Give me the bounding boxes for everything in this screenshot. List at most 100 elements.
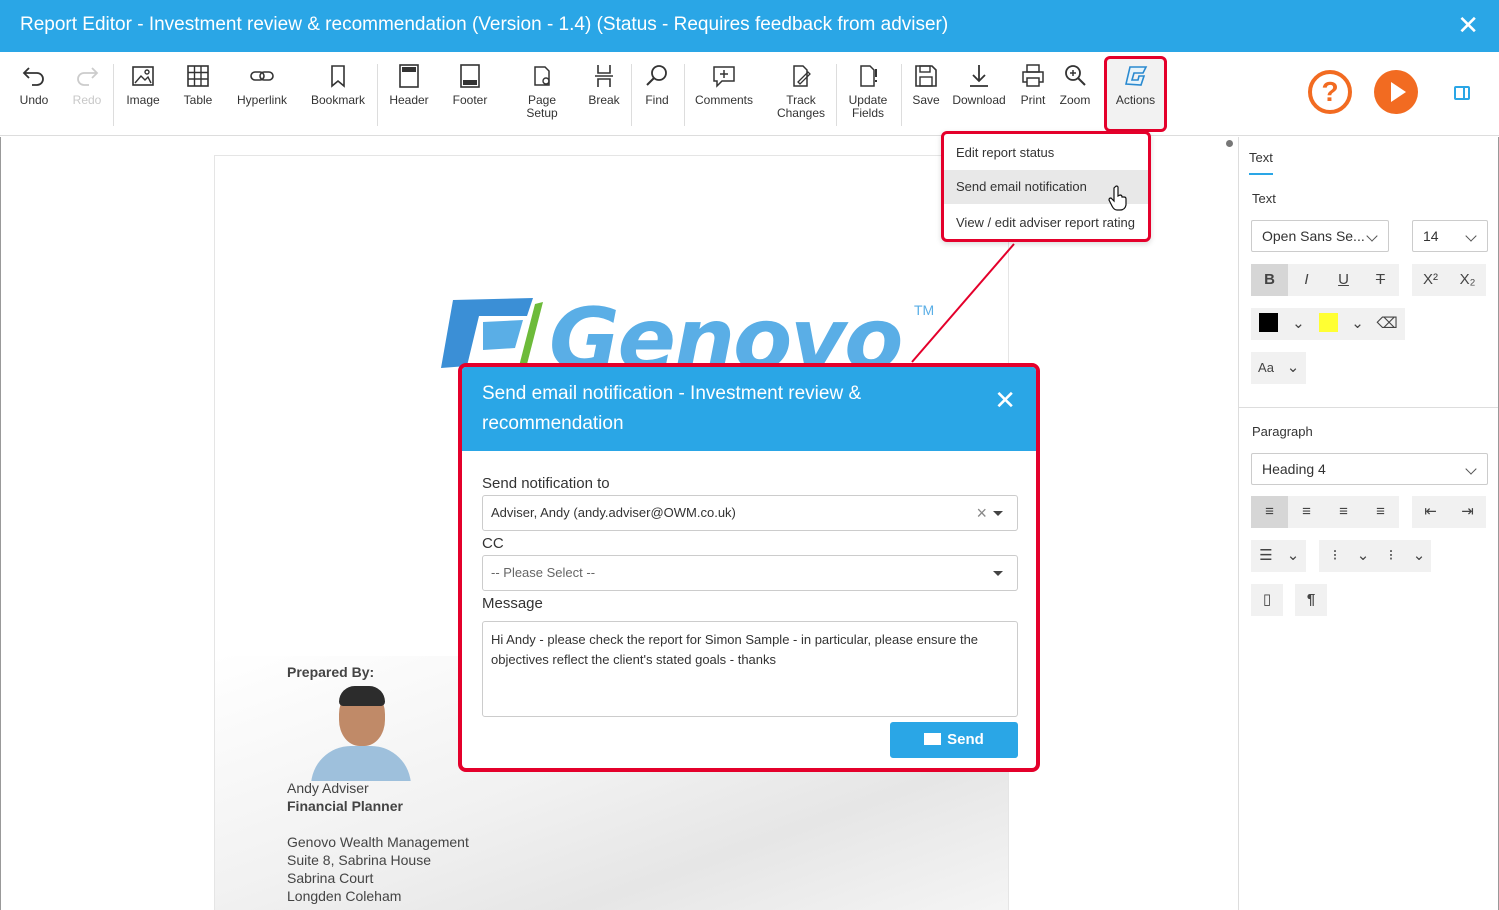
- break-button[interactable]: Break: [586, 62, 622, 107]
- footer-icon: [460, 64, 480, 88]
- italic-button[interactable]: I: [1288, 264, 1325, 296]
- font-family-select[interactable]: Open Sans Se...: [1251, 220, 1389, 252]
- save-button[interactable]: Save: [908, 62, 944, 107]
- find-button[interactable]: Find: [640, 62, 674, 107]
- dialog-close-icon[interactable]: ✕: [994, 387, 1016, 413]
- footer-button[interactable]: Footer: [450, 62, 490, 107]
- adviser-photo: [303, 684, 418, 781]
- align-center-icon[interactable]: ≡: [1288, 496, 1325, 528]
- tab-text[interactable]: Text: [1249, 150, 1273, 175]
- page-break-icon: [595, 65, 613, 87]
- paragraph-section-heading: Paragraph: [1252, 424, 1313, 439]
- play-video-button[interactable]: [1374, 70, 1418, 114]
- table-button[interactable]: Table: [180, 62, 216, 107]
- format-side-panel: Text Text Open Sans Se... 14 B I U T X² …: [1238, 137, 1499, 910]
- line-spacing-button[interactable]: ☰ ⌄: [1251, 540, 1306, 572]
- help-button[interactable]: ?: [1308, 70, 1352, 114]
- toolbar-separator: [684, 64, 685, 126]
- bullet-list-icon[interactable]: ⁝: [1319, 540, 1351, 572]
- chevron-down-icon: ⌄: [1286, 359, 1300, 376]
- adviser-name: Andy Adviser: [287, 780, 369, 796]
- side-panel-toggle-icon[interactable]: [1454, 86, 1470, 100]
- window-close-icon[interactable]: ✕: [1457, 12, 1479, 38]
- font-color-button[interactable]: [1251, 308, 1287, 340]
- title-bar: Report Editor - Investment review & reco…: [0, 0, 1499, 52]
- align-right-icon[interactable]: ≡: [1325, 496, 1362, 528]
- highlight-color-button[interactable]: [1310, 308, 1346, 340]
- superscript-button[interactable]: X²: [1412, 264, 1449, 296]
- table-icon: [187, 65, 209, 87]
- undo-icon: [22, 67, 44, 86]
- address-line: Sabrina Court: [287, 870, 374, 886]
- indent-icon[interactable]: ⇥: [1449, 496, 1486, 528]
- page-setup-button[interactable]: Page Setup: [522, 62, 562, 120]
- download-button[interactable]: Download: [950, 62, 1008, 107]
- strikethrough-button[interactable]: T: [1362, 264, 1399, 296]
- section-divider: [1239, 407, 1498, 408]
- toolbar-separator: [901, 64, 902, 126]
- bookmark-button[interactable]: Bookmark: [310, 62, 366, 107]
- image-button[interactable]: Image: [122, 62, 164, 107]
- caret-down-icon: [993, 571, 1003, 576]
- bold-button[interactable]: B: [1251, 264, 1288, 296]
- underline-button[interactable]: U: [1325, 264, 1362, 296]
- actions-button[interactable]: Actions: [1112, 62, 1159, 107]
- alignment-buttons: ≡ ≡ ≡ ≡: [1251, 496, 1399, 528]
- bookmark-icon: [331, 65, 345, 88]
- cc-select[interactable]: -- Please Select --: [482, 555, 1018, 591]
- header-button[interactable]: Header: [388, 62, 430, 107]
- eraser-icon[interactable]: ⌫: [1369, 308, 1405, 340]
- save-icon: [915, 65, 937, 87]
- redo-button[interactable]: Redo: [70, 62, 104, 107]
- undo-button[interactable]: Undo: [16, 62, 52, 107]
- font-style-buttons: B I U T: [1251, 264, 1399, 296]
- menu-item-adviser-report-rating[interactable]: View / edit adviser report rating: [944, 206, 1148, 240]
- align-left-icon[interactable]: ≡: [1251, 496, 1288, 528]
- caret-down-icon: [993, 511, 1003, 516]
- message-label: Message: [482, 595, 543, 612]
- font-size-select[interactable]: 14: [1412, 220, 1488, 252]
- chevron-down-icon[interactable]: ⌄: [1351, 540, 1375, 572]
- message-textarea[interactable]: Hi Andy - please check the report for Si…: [482, 621, 1018, 717]
- outdent-icon[interactable]: ⇤: [1412, 496, 1449, 528]
- send-to-label: Send notification to: [482, 475, 610, 492]
- update-fields-button[interactable]: Update Fields: [844, 62, 892, 120]
- chevron-down-icon[interactable]: ⌄: [1346, 308, 1369, 340]
- paragraph-style-select[interactable]: Heading 4: [1251, 453, 1488, 485]
- update-fields-icon: [860, 65, 877, 87]
- genovo-logo-icon: [1124, 66, 1147, 86]
- send-button[interactable]: Send: [890, 722, 1018, 758]
- chevron-down-icon: ⌄: [1286, 547, 1300, 564]
- show-formatting-button[interactable]: ¶: [1295, 584, 1327, 616]
- send-email-dialog: Send email notification - Investment rev…: [458, 363, 1040, 772]
- pilcrow-icon: ¶: [1306, 591, 1316, 608]
- send-to-select[interactable]: Adviser, Andy (andy.adviser@OWM.co.uk) ×: [482, 495, 1018, 531]
- chevron-down-icon[interactable]: ⌄: [1287, 308, 1310, 340]
- envelope-icon: [924, 733, 942, 745]
- address-line: Genovo Wealth Management: [287, 834, 469, 850]
- subscript-button[interactable]: X₂: [1449, 264, 1486, 296]
- dialog-title: Send email notification - Investment rev…: [482, 383, 862, 434]
- print-button[interactable]: Print: [1016, 62, 1050, 107]
- chevron-down-icon[interactable]: ⌄: [1407, 540, 1431, 572]
- menu-item-edit-report-status[interactable]: Edit report status: [944, 136, 1148, 170]
- clear-icon[interactable]: ×: [976, 496, 987, 530]
- toolbar-separator: [113, 64, 114, 126]
- comments-button[interactable]: Comments: [694, 62, 754, 107]
- track-changes-button[interactable]: Track Changes: [774, 62, 828, 120]
- text-case-button[interactable]: Aa ⌄: [1251, 352, 1306, 384]
- adviser-role: Financial Planner: [287, 798, 403, 814]
- toolbar-separator: [631, 64, 632, 126]
- text-section-heading: Text: [1252, 191, 1276, 206]
- hand-pointer-icon: [1108, 185, 1127, 211]
- link-icon: [250, 71, 274, 81]
- toolbar-separator: [836, 64, 837, 126]
- chevron-down-icon: [1366, 230, 1378, 242]
- page-setup-icon: [534, 66, 550, 86]
- page-break-before-button[interactable]: ▯: [1251, 584, 1283, 616]
- zoom-button[interactable]: Zoom: [1057, 62, 1093, 107]
- numbered-list-icon[interactable]: ⁝: [1375, 540, 1407, 572]
- align-justify-icon[interactable]: ≡: [1362, 496, 1399, 528]
- line-spacing-icon: ☰: [1259, 547, 1273, 564]
- hyperlink-button[interactable]: Hyperlink: [234, 62, 290, 107]
